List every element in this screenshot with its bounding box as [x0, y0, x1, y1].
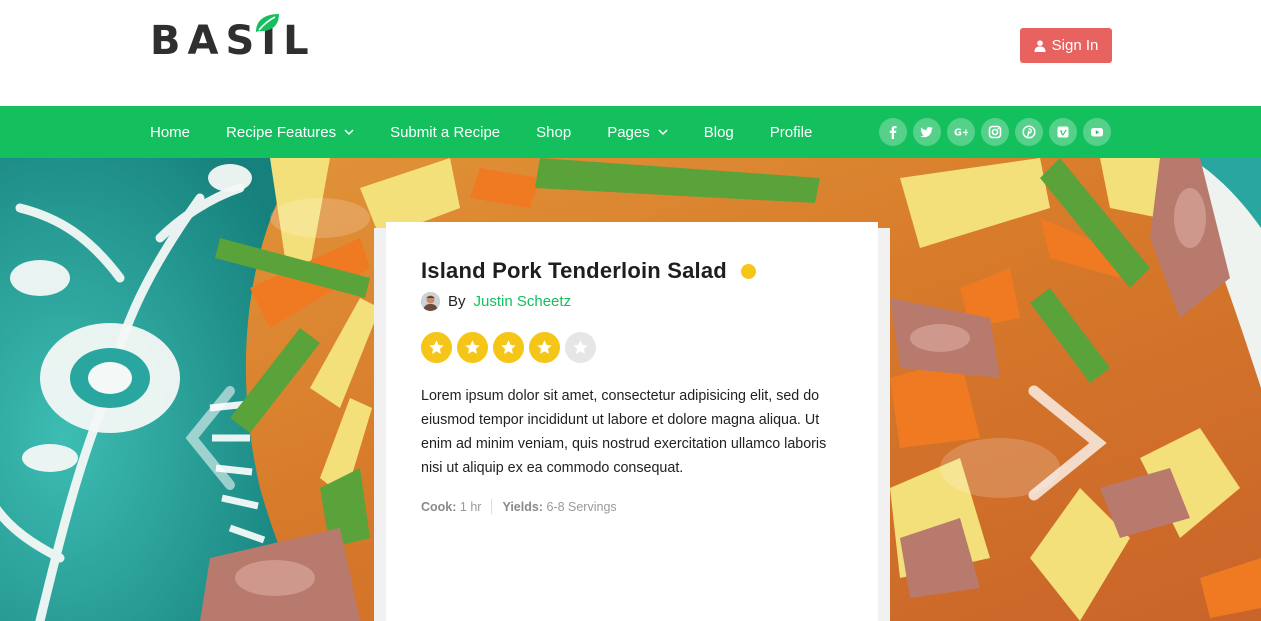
social-links: G+ — [879, 118, 1111, 146]
nav-item-label: Blog — [703, 123, 734, 141]
author-link[interactable]: Justin Scheetz — [474, 293, 572, 310]
nav-item-label: Pages — [607, 123, 650, 141]
instagram-icon[interactable] — [981, 118, 1009, 146]
main-navigation: Home Recipe Features Submit a Recipe Sho… — [0, 106, 1261, 158]
facebook-icon[interactable] — [879, 118, 907, 146]
chevron-down-icon — [344, 128, 354, 135]
nav-item-label: Home — [150, 123, 191, 141]
chevron-down-icon — [658, 128, 668, 135]
sign-in-button[interactable]: Sign In — [1020, 28, 1112, 63]
recipe-rating[interactable] — [421, 332, 843, 363]
recipe-author: By Justin Scheetz — [421, 292, 843, 311]
site-header: BASIL Sign In — [0, 0, 1261, 106]
user-icon — [1034, 39, 1046, 52]
hero-slider: Island Pork Tenderloin Salad By Justin S… — [0, 158, 1261, 621]
nav-item-profile[interactable]: Profile — [770, 124, 813, 141]
recipe-title[interactable]: Island Pork Tenderloin Salad — [421, 258, 727, 284]
star-filled-icon[interactable] — [457, 332, 488, 363]
meta-divider — [491, 499, 493, 514]
nav-item-home[interactable]: Home — [150, 124, 190, 141]
google-plus-icon[interactable]: G+ — [947, 118, 975, 146]
cook-time-value: 1 hr — [459, 499, 482, 514]
nav-item-blog[interactable]: Blog — [704, 124, 734, 141]
author-prefix: By — [448, 293, 466, 310]
site-logo[interactable]: BASIL — [150, 14, 316, 66]
recipe-meta: Cook: 1 hr Yields: 6-8 Servings — [421, 499, 843, 514]
star-filled-icon[interactable] — [421, 332, 452, 363]
difficulty-indicator — [740, 263, 756, 279]
star-filled-icon[interactable] — [493, 332, 524, 363]
nav-item-submit-recipe[interactable]: Submit a Recipe — [390, 124, 500, 141]
youtube-icon[interactable] — [1083, 118, 1111, 146]
cook-time-label: Cook: — [421, 499, 457, 514]
twitter-icon[interactable] — [913, 118, 941, 146]
star-filled-icon[interactable] — [529, 332, 560, 363]
recipe-description: Lorem ipsum dolor sit amet, consectetur … — [421, 388, 827, 476]
featured-recipe-card: Island Pork Tenderloin Salad By Justin S… — [386, 222, 878, 621]
nav-item-label: Recipe Features — [226, 123, 337, 141]
slider-prev-arrow[interactable] — [180, 383, 240, 493]
vimeo-icon[interactable] — [1049, 118, 1077, 146]
nav-item-recipe-features[interactable]: Recipe Features — [226, 124, 354, 141]
svg-text:G+: G+ — [954, 128, 968, 139]
nav-item-label: Shop — [536, 123, 572, 141]
nav-item-pages[interactable]: Pages — [607, 124, 668, 141]
avatar — [421, 292, 440, 311]
pinterest-icon[interactable] — [1015, 118, 1043, 146]
nav-item-label: Submit a Recipe — [390, 123, 501, 141]
slider-next-arrow[interactable] — [1020, 383, 1110, 503]
yields-label: Yields: — [502, 499, 543, 514]
leaf-icon — [256, 14, 279, 32]
yields-value: 6-8 Servings — [546, 499, 617, 514]
nav-menu: Home Recipe Features Submit a Recipe Sho… — [150, 106, 848, 158]
sign-in-label: Sign In — [1051, 37, 1099, 54]
nav-item-label: Profile — [769, 123, 813, 141]
star-empty-icon[interactable] — [565, 332, 596, 363]
logo-text: BASIL — [150, 18, 316, 64]
nav-item-shop[interactable]: Shop — [536, 124, 571, 141]
recipe-title-row: Island Pork Tenderloin Salad — [421, 258, 843, 284]
